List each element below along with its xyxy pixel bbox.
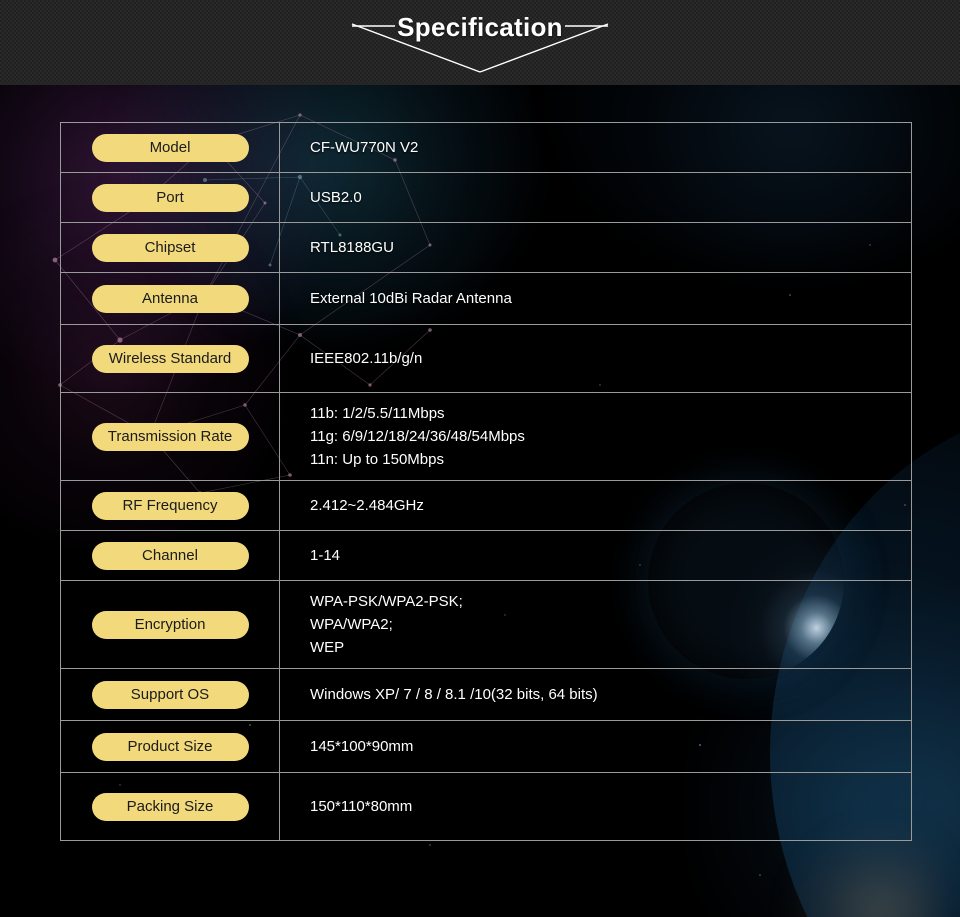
spec-label-pill: Support OS: [92, 681, 249, 709]
spec-value-cell: 145*100*90mm: [280, 721, 912, 773]
spec-row: Packing Size 150*110*80mm: [61, 773, 912, 841]
spec-label-pill: Port: [92, 184, 249, 212]
spec-label-cell: Transmission Rate: [61, 393, 280, 481]
spec-label-cell: Port: [61, 173, 280, 223]
spec-label-cell: Encryption: [61, 581, 280, 669]
spec-row: RF Frequency 2.412~2.484GHz: [61, 481, 912, 531]
spec-label-pill: Encryption: [92, 611, 249, 639]
spec-label-pill: Packing Size: [92, 793, 249, 821]
spec-value-cell: USB2.0: [280, 173, 912, 223]
spec-label-cell: Packing Size: [61, 773, 280, 841]
spec-label-cell: Product Size: [61, 721, 280, 773]
specification-table: Model CF-WU770N V2 Port USB2.0 Chipset RTL818…: [60, 122, 912, 841]
page-header: Specification: [0, 0, 960, 85]
specification-table-body: Model CF-WU770N V2 Port USB2.0 Chipset RTL818…: [61, 123, 912, 841]
spec-row: Support OS Windows XP/ 7 / 8 / 8.1 /10(32…: [61, 669, 912, 721]
spec-row: Model CF-WU770N V2: [61, 123, 912, 173]
spec-value-cell: 11b: 1/2/5.5/11Mbps 11g: 6/9/12/18/24/36…: [280, 393, 912, 481]
spec-label-pill: RF Frequency: [92, 492, 249, 520]
spec-value-cell: 150*110*80mm: [280, 773, 912, 841]
spec-label-cell: Chipset: [61, 223, 280, 273]
spec-label-cell: Wireless Standard: [61, 325, 280, 393]
spec-value-cell: External 10dBi Radar Antenna: [280, 273, 912, 325]
spec-label-cell: Antenna: [61, 273, 280, 325]
spec-label-cell: Channel: [61, 531, 280, 581]
spec-row: Antenna External 10dBi Radar Antenna: [61, 273, 912, 325]
spec-label-pill: Antenna: [92, 285, 249, 313]
spec-label-cell: RF Frequency: [61, 481, 280, 531]
spec-row: Encryption WPA-PSK/WPA2-PSK; WPA/WPA2; WE…: [61, 581, 912, 669]
specification-page: Specification: [0, 0, 960, 917]
spec-label-pill: Model: [92, 134, 249, 162]
spec-label-pill: Chipset: [92, 234, 249, 262]
spec-value-cell: IEEE802.11b/g/n: [280, 325, 912, 393]
spec-value-cell: CF-WU770N V2: [280, 123, 912, 173]
spec-row: Channel 1-14: [61, 531, 912, 581]
spec-row: Product Size 145*100*90mm: [61, 721, 912, 773]
spec-value-cell: RTL8188GU: [280, 223, 912, 273]
spec-label-pill: Wireless Standard: [92, 345, 249, 373]
spec-row: Transmission Rate 11b: 1/2/5.5/11Mbps 11g…: [61, 393, 912, 481]
spec-label-cell: Model: [61, 123, 280, 173]
spec-row: Chipset RTL8188GU: [61, 223, 912, 273]
spec-label-pill: Transmission Rate: [92, 423, 249, 451]
spec-label-pill: Channel: [92, 542, 249, 570]
spec-row: Port USB2.0: [61, 173, 912, 223]
spec-label-pill: Product Size: [92, 733, 249, 761]
spec-label-cell: Support OS: [61, 669, 280, 721]
page-title: Specification: [0, 10, 960, 44]
spec-value-cell: WPA-PSK/WPA2-PSK; WPA/WPA2; WEP: [280, 581, 912, 669]
spec-value-cell: 2.412~2.484GHz: [280, 481, 912, 531]
spec-value-cell: Windows XP/ 7 / 8 / 8.1 /10(32 bits, 64 …: [280, 669, 912, 721]
spec-row: Wireless Standard IEEE802.11b/g/n: [61, 325, 912, 393]
spec-value-cell: 1-14: [280, 531, 912, 581]
